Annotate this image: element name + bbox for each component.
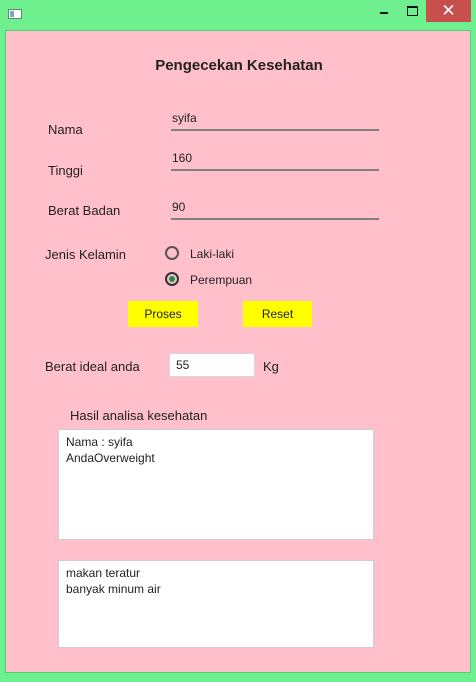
minimize-button[interactable] bbox=[370, 0, 398, 22]
radio-perempuan-label[interactable]: Perempuan bbox=[190, 273, 252, 287]
close-button[interactable]: ✕ bbox=[426, 0, 471, 22]
hasil-textarea[interactable]: Nama : syifa AndaOverweight bbox=[58, 429, 374, 540]
proses-button[interactable]: Proses bbox=[128, 301, 198, 327]
saran-line: makan teratur bbox=[66, 566, 141, 580]
app-window-icon bbox=[8, 9, 22, 19]
berat-badan-field[interactable]: 90 bbox=[171, 198, 379, 220]
hasil-line: Nama : syifa bbox=[66, 435, 133, 449]
hasil-analisa-label: Hasil analisa kesehatan bbox=[70, 408, 208, 423]
radio-laki-laki-label[interactable]: Laki-laki bbox=[190, 247, 234, 261]
maximize-button[interactable] bbox=[399, 0, 425, 22]
berat-ideal-field[interactable]: 55 bbox=[169, 353, 255, 377]
page-title: Pengecekan Kesehatan bbox=[155, 57, 323, 74]
saran-textarea[interactable]: makan teratur banyak minum air bbox=[58, 560, 374, 648]
radio-perempuan[interactable] bbox=[165, 272, 179, 286]
main-panel: Pengecekan Kesehatan Nama syifa Tinggi 1… bbox=[5, 30, 471, 673]
nama-field[interactable]: syifa bbox=[171, 109, 379, 131]
minimize-icon bbox=[380, 12, 388, 14]
saran-line: banyak minum air bbox=[66, 582, 161, 596]
tinggi-field[interactable]: 160 bbox=[171, 149, 379, 171]
reset-button[interactable]: Reset bbox=[243, 301, 312, 327]
berat-ideal-label: Berat ideal anda bbox=[45, 359, 140, 374]
hasil-line: AndaOverweight bbox=[66, 451, 155, 465]
title-bar: ✕ bbox=[0, 0, 476, 28]
jenis-kelamin-label: Jenis Kelamin bbox=[45, 247, 126, 262]
berat-badan-label: Berat Badan bbox=[48, 203, 121, 218]
unit-kg-label: Kg bbox=[263, 359, 279, 374]
nama-label: Nama bbox=[48, 122, 83, 137]
radio-laki-laki[interactable] bbox=[165, 246, 179, 260]
tinggi-label: Tinggi bbox=[48, 163, 83, 178]
maximize-icon bbox=[407, 6, 418, 16]
